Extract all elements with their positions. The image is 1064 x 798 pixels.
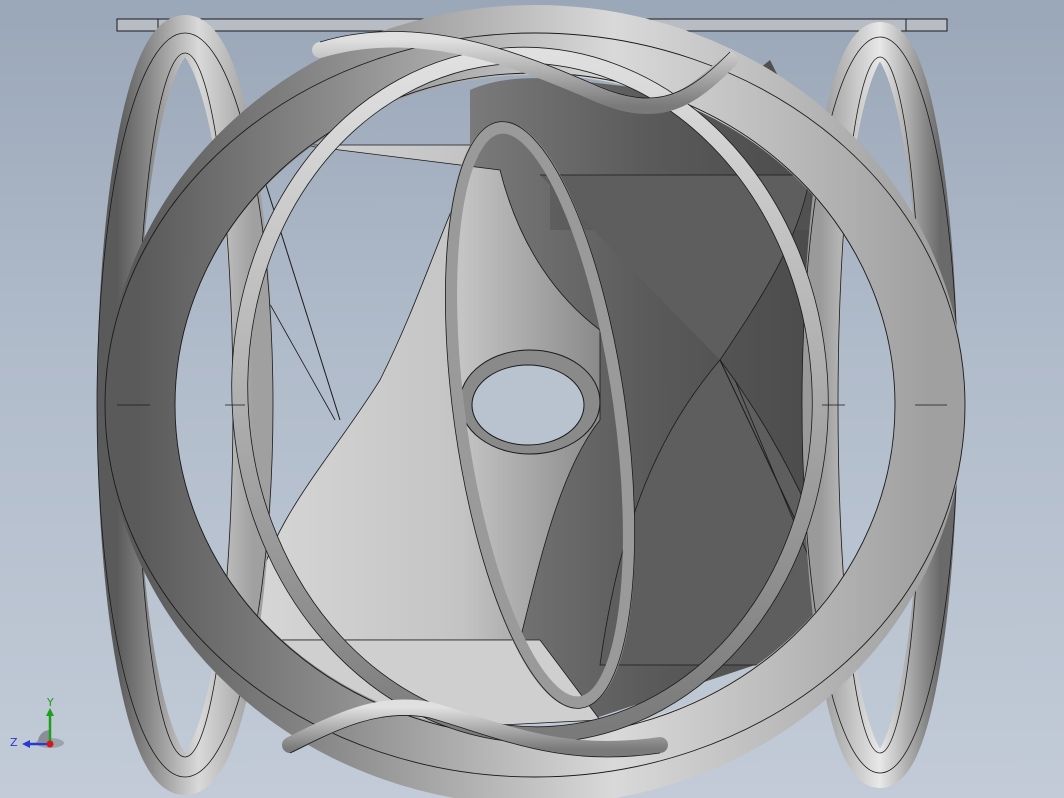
x-axis-dot-icon [46, 740, 54, 748]
3d-model-view[interactable] [0, 0, 1064, 798]
y-axis-label: Y [46, 696, 54, 709]
graphics-viewport[interactable]: Y Z [0, 0, 1064, 798]
z-axis-arrow-icon [22, 740, 30, 748]
orientation-triad: Y Z [10, 696, 64, 749]
center-hole [459, 349, 601, 455]
y-axis-arrow-icon [46, 708, 54, 716]
z-axis-label: Z [10, 736, 18, 749]
